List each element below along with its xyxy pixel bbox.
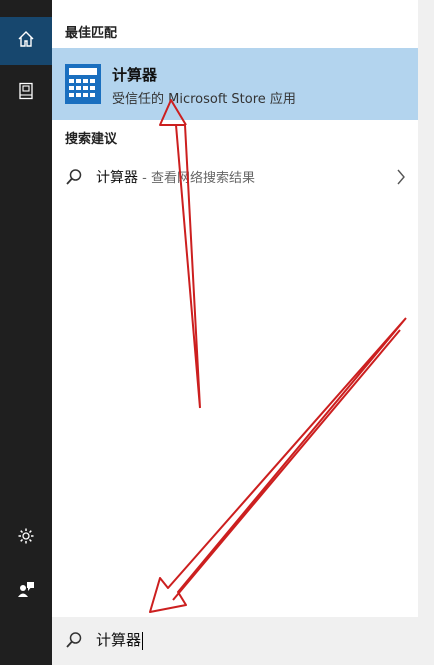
search-results-panel: 最佳匹配 计算器 受信任的 Microsoft Store 应用 搜索建议 计算… <box>52 0 418 665</box>
calculator-icon <box>65 64 101 104</box>
app-subtitle: 受信任的 Microsoft Store 应用 <box>112 92 296 107</box>
best-match-heading: 最佳匹配 <box>65 26 118 41</box>
settings-button[interactable] <box>0 514 52 562</box>
chevron-right-icon[interactable] <box>396 168 406 190</box>
suggestion-term: 计算器 <box>96 170 138 186</box>
documents-button[interactable] <box>0 69 52 117</box>
search-input-value: 计算器 <box>96 631 142 649</box>
search-icon <box>65 168 83 190</box>
document-icon <box>17 82 35 104</box>
account-feedback-icon <box>17 580 35 602</box>
app-name: 计算器 <box>112 66 158 84</box>
scrollbar[interactable] <box>418 0 434 665</box>
suggestions-heading: 搜索建议 <box>65 132 118 147</box>
search-icon <box>65 631 83 653</box>
suggestion-label: 计算器 - 查看网络搜索结果 <box>96 167 255 187</box>
suggestion-item[interactable]: 计算器 - 查看网络搜索结果 <box>52 160 418 194</box>
gear-icon <box>17 527 35 549</box>
search-input[interactable]: 计算器 <box>96 629 144 650</box>
search-box[interactable]: 计算器 <box>52 617 418 665</box>
suggestion-hint: - 查看网络搜索结果 <box>138 171 255 186</box>
feedback-button[interactable] <box>0 567 52 615</box>
best-match-result[interactable]: 计算器 受信任的 Microsoft Store 应用 <box>52 48 418 120</box>
home-icon <box>17 30 35 52</box>
home-button[interactable] <box>0 17 52 65</box>
text-caret <box>142 631 144 650</box>
start-sidebar <box>0 0 52 665</box>
